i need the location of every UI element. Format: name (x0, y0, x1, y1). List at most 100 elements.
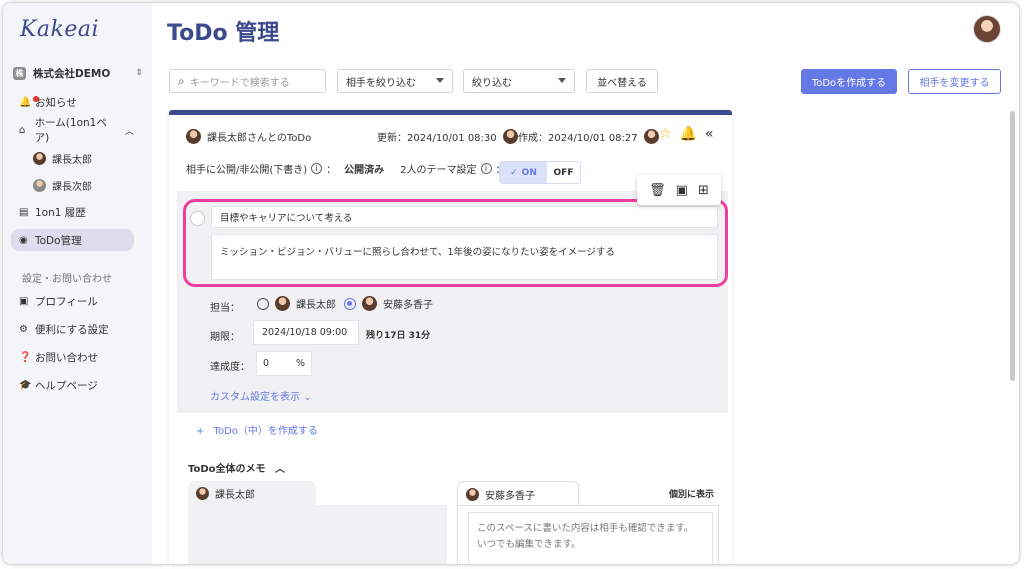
show-individually-link[interactable]: 個別に表示 (669, 487, 714, 500)
sidebar-item-label: ヘルプページ (35, 379, 98, 392)
assignee-a-label: 課長太郎 (296, 300, 336, 311)
memo-title-text: ToDo全体のメモ (188, 464, 266, 475)
page-title: ToDo 管理 (167, 21, 280, 46)
partner-filter-select[interactable]: 相手を絞り込む (337, 69, 453, 93)
highlight-outline (183, 199, 728, 287)
double-chevron-left-icon[interactable]: « (705, 126, 714, 142)
chevron-up-icon[interactable]: ︿ (125, 124, 134, 137)
publish-row: 相手に公開/非公開(下書き) i ： 公開済み 2人のテーマ設定 i ： (186, 161, 506, 176)
scrollbar[interactable] (1010, 111, 1015, 381)
search-input[interactable]: ⌕ キーワードで検索する (169, 69, 326, 93)
sidebar-item-profile[interactable]: ▣ プロフィール (11, 290, 134, 312)
sidebar-item-label: 1on1 履歴 (35, 206, 86, 219)
sidebar-item-history[interactable]: ▤ 1on1 履歴 (11, 201, 134, 223)
graduation-cap-icon: 🎓 (19, 379, 32, 391)
chevron-up-icon: ︿ (275, 464, 286, 475)
toggle-off[interactable]: OFF (547, 162, 580, 183)
sidebar-item-home[interactable]: ⌂ ホーム(1on1ペア) ︿ (11, 117, 134, 144)
todo-item-editor: 目標やキャリアについて考える ミッション・ビジョン・バリューに照らし合わせて、1… (177, 191, 728, 413)
memo-left-body (188, 505, 447, 564)
sidebar-item-label: ホーム(1on1ペア) (34, 117, 107, 144)
create-todo-button[interactable]: ToDoを作成する (801, 69, 897, 94)
sidebar-item-label: 課長太郎 (52, 154, 92, 166)
search-placeholder: キーワードで検索する (189, 77, 290, 89)
sidebar-item-kacho-jiro[interactable]: 課長次郎 (11, 174, 134, 196)
partner-filter-label: 相手を絞り込む (346, 77, 416, 89)
assignee-radio-a[interactable] (257, 297, 269, 310)
sort-button[interactable]: 並べ替える (586, 69, 658, 93)
change-partner-button[interactable]: 相手を変更する (908, 69, 1001, 94)
app-window: Kakeai 株 株式会社DEMO ⇕ 🔔 お知らせ ⌂ ホーム(1on1ペア)… (3, 3, 1019, 564)
sidebar-item-notifications[interactable]: 🔔 お知らせ (11, 91, 134, 113)
updown-icon: ⇕ (135, 68, 143, 78)
avatar (502, 129, 518, 144)
memo-right-name: 安藤多香子 (485, 490, 535, 502)
bell-icon: 🔔 (19, 95, 39, 108)
progress-label: 達成度： (210, 362, 250, 373)
avatar (33, 178, 46, 192)
updated-meta: 更新：2024/10/01 08:30 (377, 129, 524, 144)
user-avatar[interactable] (973, 15, 1001, 43)
assignee-radio-b[interactable] (344, 297, 356, 310)
filter-select[interactable]: 絞り込む (463, 69, 575, 93)
memo-left-name: 課長太郎 (215, 490, 255, 501)
sidebar-item-label: お問い合わせ (35, 351, 98, 364)
updated-text: 更新：2024/10/01 08:30 (377, 133, 497, 144)
avatar (33, 151, 46, 165)
company-name: 株式会社DEMO (33, 67, 111, 80)
badge-icon: ▣ (19, 295, 29, 307)
sidebar-item-kacho-taro[interactable]: 課長太郎 (11, 147, 134, 169)
avatar (466, 487, 479, 501)
app-logo[interactable]: Kakeai (20, 17, 99, 42)
check-circle-icon: ◉ (19, 234, 28, 246)
progress-unit: % (295, 358, 305, 369)
caret-down-icon (436, 78, 444, 83)
show-custom-settings-link[interactable]: カスタム設定を表示 ⌄ (210, 388, 312, 403)
plus-icon: + (196, 426, 205, 437)
progress-input[interactable]: 0 % (256, 351, 312, 376)
star-icon[interactable]: ☆ (659, 126, 672, 142)
memo-textarea[interactable]: このスペースに書いた内容は相手も確認できます。 いつでも編集できます。 (468, 512, 713, 564)
created-text: 作成：2024/10/01 08:27 (518, 133, 638, 144)
sidebar-item-preferences[interactable]: ⚙ 便利にする設定 (11, 318, 134, 340)
sidebar-item-help[interactable]: 🎓 ヘルプページ (11, 374, 134, 396)
caret-down-icon (558, 78, 566, 83)
check-icon: ✓ (510, 167, 518, 178)
search-icon: ⌕ (178, 73, 185, 88)
archive-icon[interactable]: ▣ (676, 183, 688, 198)
sidebar-item-contact[interactable]: ❓ お問い合わせ (11, 346, 134, 368)
theme-toggle[interactable]: ✓ ON OFF (499, 161, 581, 184)
memo-section-title[interactable]: ToDo全体のメモ ︿ (188, 460, 285, 475)
memo-placeholder-line: このスペースに書いた内容は相手も確認できます。 (477, 523, 694, 534)
memo-right-body: このスペースに書いた内容は相手も確認できます。 いつでも編集できます。 (457, 505, 719, 564)
create-sub-todo-link[interactable]: + ToDo（中）を作成する (196, 422, 318, 437)
avatar (643, 129, 659, 144)
question-icon: ❓ (19, 351, 32, 363)
info-icon[interactable]: i (311, 163, 323, 174)
custom-link-label: カスタム設定を表示 (210, 392, 300, 403)
sidebar-item-label: ToDo管理 (35, 234, 82, 247)
sidebar-item-todo[interactable]: ◉ ToDo管理 (11, 229, 134, 251)
sidebar: Kakeai 株 株式会社DEMO ⇕ 🔔 お知らせ ⌂ ホーム(1on1ペア)… (3, 3, 152, 564)
due-date-input[interactable]: 2024/10/18 09:00 (253, 320, 359, 345)
avatar (275, 296, 290, 311)
card-header-actions: ☆ 🔔 « (659, 126, 714, 142)
add-box-icon[interactable]: ⊞ (698, 183, 709, 198)
company-switcher[interactable]: 株 株式会社DEMO ⇕ (13, 63, 143, 83)
progress-value: 0 (263, 358, 270, 369)
sidebar-item-label: 課長次郎 (52, 181, 92, 193)
item-action-toolbar: 🗑 ▣ ⊞ (637, 175, 721, 205)
bell-icon[interactable]: 🔔 (680, 126, 697, 142)
assignee-options: 課長太郎 安藤多香子 (257, 296, 433, 311)
toggle-on[interactable]: ✓ ON (500, 162, 547, 183)
sidebar-item-label: お知らせ (35, 96, 77, 109)
notification-dot (33, 95, 39, 102)
memo-placeholder-line: いつでも編集できます。 (477, 539, 581, 550)
trash-icon[interactable]: 🗑 (649, 183, 666, 198)
due-label: 期限： (210, 332, 240, 343)
create-sub-label: ToDo（中）を作成する (213, 426, 318, 437)
publish-status: 公開済み (344, 165, 385, 176)
memo-tab-right: 安藤多香子 (457, 481, 579, 506)
info-icon[interactable]: i (480, 163, 492, 174)
remaining-time: 残り17日 31分 (366, 331, 431, 341)
